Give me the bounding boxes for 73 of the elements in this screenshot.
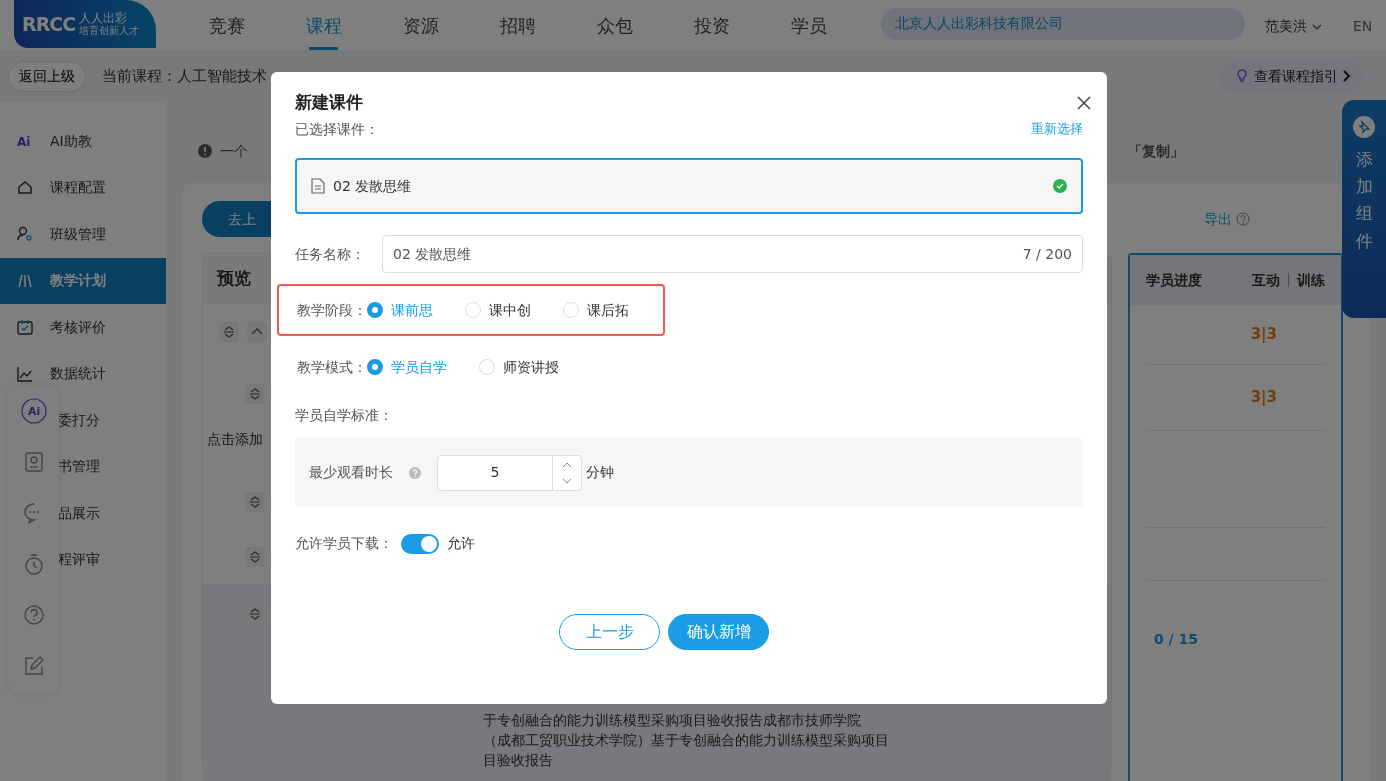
help-icon bbox=[1236, 212, 1250, 226]
sidebar-item[interactable]: 班级管理 bbox=[0, 211, 166, 258]
nav-tab[interactable]: 招聘 bbox=[469, 0, 566, 50]
calendar-check-icon bbox=[16, 318, 34, 337]
sidebar-item[interactable]: 书管理 bbox=[58, 456, 100, 478]
sidebar-item[interactable]: 课程配置 bbox=[0, 164, 166, 211]
lightbulb-icon bbox=[1234, 68, 1250, 84]
progress-total: 0 / 15 bbox=[1154, 631, 1199, 647]
ai-icon: Ai bbox=[16, 132, 34, 151]
notice-text: 一个 bbox=[220, 141, 248, 161]
nav-tab[interactable]: 众包 bbox=[566, 0, 663, 50]
id-card-icon[interactable] bbox=[22, 450, 45, 473]
nav-tab[interactable]: 学员 bbox=[760, 0, 857, 50]
current-course-label: 当前课程：人工智能技术 bbox=[102, 65, 267, 87]
drag-sort-icon[interactable] bbox=[245, 491, 265, 512]
toggle-label: 允许 bbox=[447, 534, 475, 553]
field-label: 已选择课件： bbox=[295, 119, 379, 139]
ai-badge-icon[interactable]: Ai bbox=[20, 397, 47, 424]
radio-option[interactable]: 师资讲授 bbox=[479, 356, 559, 378]
close-icon[interactable] bbox=[1077, 96, 1091, 110]
notice-text: 「复制」 bbox=[1128, 141, 1184, 161]
column-header: 训练 bbox=[1297, 270, 1325, 290]
info-icon bbox=[198, 144, 212, 158]
drag-sort-icon[interactable] bbox=[245, 546, 265, 567]
radio-option[interactable]: 学员自学 bbox=[367, 356, 447, 378]
field-label: 最少观看时长 bbox=[309, 463, 393, 482]
nav-tab[interactable]: 竞赛 bbox=[178, 0, 275, 50]
organization-field[interactable]: 北京人人出彩科技有限公司 bbox=[881, 8, 1245, 40]
help-icon bbox=[409, 466, 421, 479]
document-icon bbox=[311, 178, 325, 194]
back-button[interactable]: 返回上级 bbox=[8, 60, 86, 92]
sidebar-item[interactable]: 程评审 bbox=[58, 549, 100, 571]
line-chart-icon bbox=[16, 364, 34, 383]
progress-value: 3|3 bbox=[1250, 324, 1277, 346]
unit-label: 分钟 bbox=[586, 463, 614, 482]
nav-tab[interactable]: 投资 bbox=[663, 0, 760, 50]
nav-tab[interactable]: 资源 bbox=[372, 0, 469, 50]
chevron-up-icon[interactable] bbox=[247, 321, 267, 342]
toggle-switch[interactable] bbox=[401, 533, 439, 554]
section-label: 学员自学标准： bbox=[295, 406, 394, 425]
stopwatch-icon[interactable] bbox=[22, 552, 45, 575]
column-header: 互动 bbox=[1252, 270, 1280, 290]
sidebar-item[interactable]: 数据统计 bbox=[0, 350, 166, 397]
user-search-icon bbox=[16, 225, 34, 244]
home-icon bbox=[16, 178, 34, 197]
chevron-right-icon bbox=[1342, 69, 1352, 83]
back-button[interactable]: 上一步 bbox=[559, 614, 660, 650]
dialog-title: 新建课件 bbox=[295, 91, 363, 115]
help-icon[interactable] bbox=[22, 603, 45, 626]
sidebar-item[interactable]: 考核评价 bbox=[0, 304, 166, 351]
pin-icon bbox=[1353, 116, 1375, 138]
progress-value: 3|3 bbox=[1250, 387, 1277, 409]
task-name-field[interactable]: 02 发散思维 7 / 200 bbox=[382, 235, 1083, 273]
description-text: 于专创融合的能力训练模型采购项目验收报告成都市技师学院 （成都工贸职业技术学院）基于专创融合的能力训练模型采购项目 目验收报告 bbox=[483, 711, 890, 770]
guide-button[interactable]: 查看课程指引 bbox=[1220, 60, 1362, 92]
selected-file-card[interactable]: 02 发散思维 bbox=[295, 158, 1083, 214]
export-link[interactable]: 导出 bbox=[1204, 208, 1232, 230]
sidebar-item[interactable]: 教学计划 bbox=[0, 257, 166, 304]
drag-sort-icon[interactable] bbox=[245, 384, 265, 404]
confirm-button[interactable]: 确认新增 bbox=[668, 614, 769, 650]
sidebar-item[interactable]: 品展示 bbox=[58, 502, 100, 524]
add-component-tab[interactable]: 添加组件 bbox=[1342, 100, 1386, 318]
column-header: 学员进度 bbox=[1146, 270, 1202, 290]
sidebar-item[interactable]: 委打分 bbox=[58, 409, 100, 431]
user-menu[interactable]: 范美洪 bbox=[1265, 16, 1323, 37]
drag-sort-icon[interactable] bbox=[219, 321, 239, 342]
field-label: 教学模式： bbox=[297, 357, 367, 377]
sidebar-item[interactable]: Ai AI助教 bbox=[0, 118, 166, 165]
reselect-link[interactable]: 重新选择 bbox=[1031, 119, 1083, 139]
nav-tab[interactable]: 课程 bbox=[275, 0, 372, 50]
language-link[interactable]: EN bbox=[1353, 16, 1373, 37]
field-label: 允许学员下载： bbox=[295, 534, 393, 553]
edit-icon[interactable] bbox=[22, 654, 45, 677]
